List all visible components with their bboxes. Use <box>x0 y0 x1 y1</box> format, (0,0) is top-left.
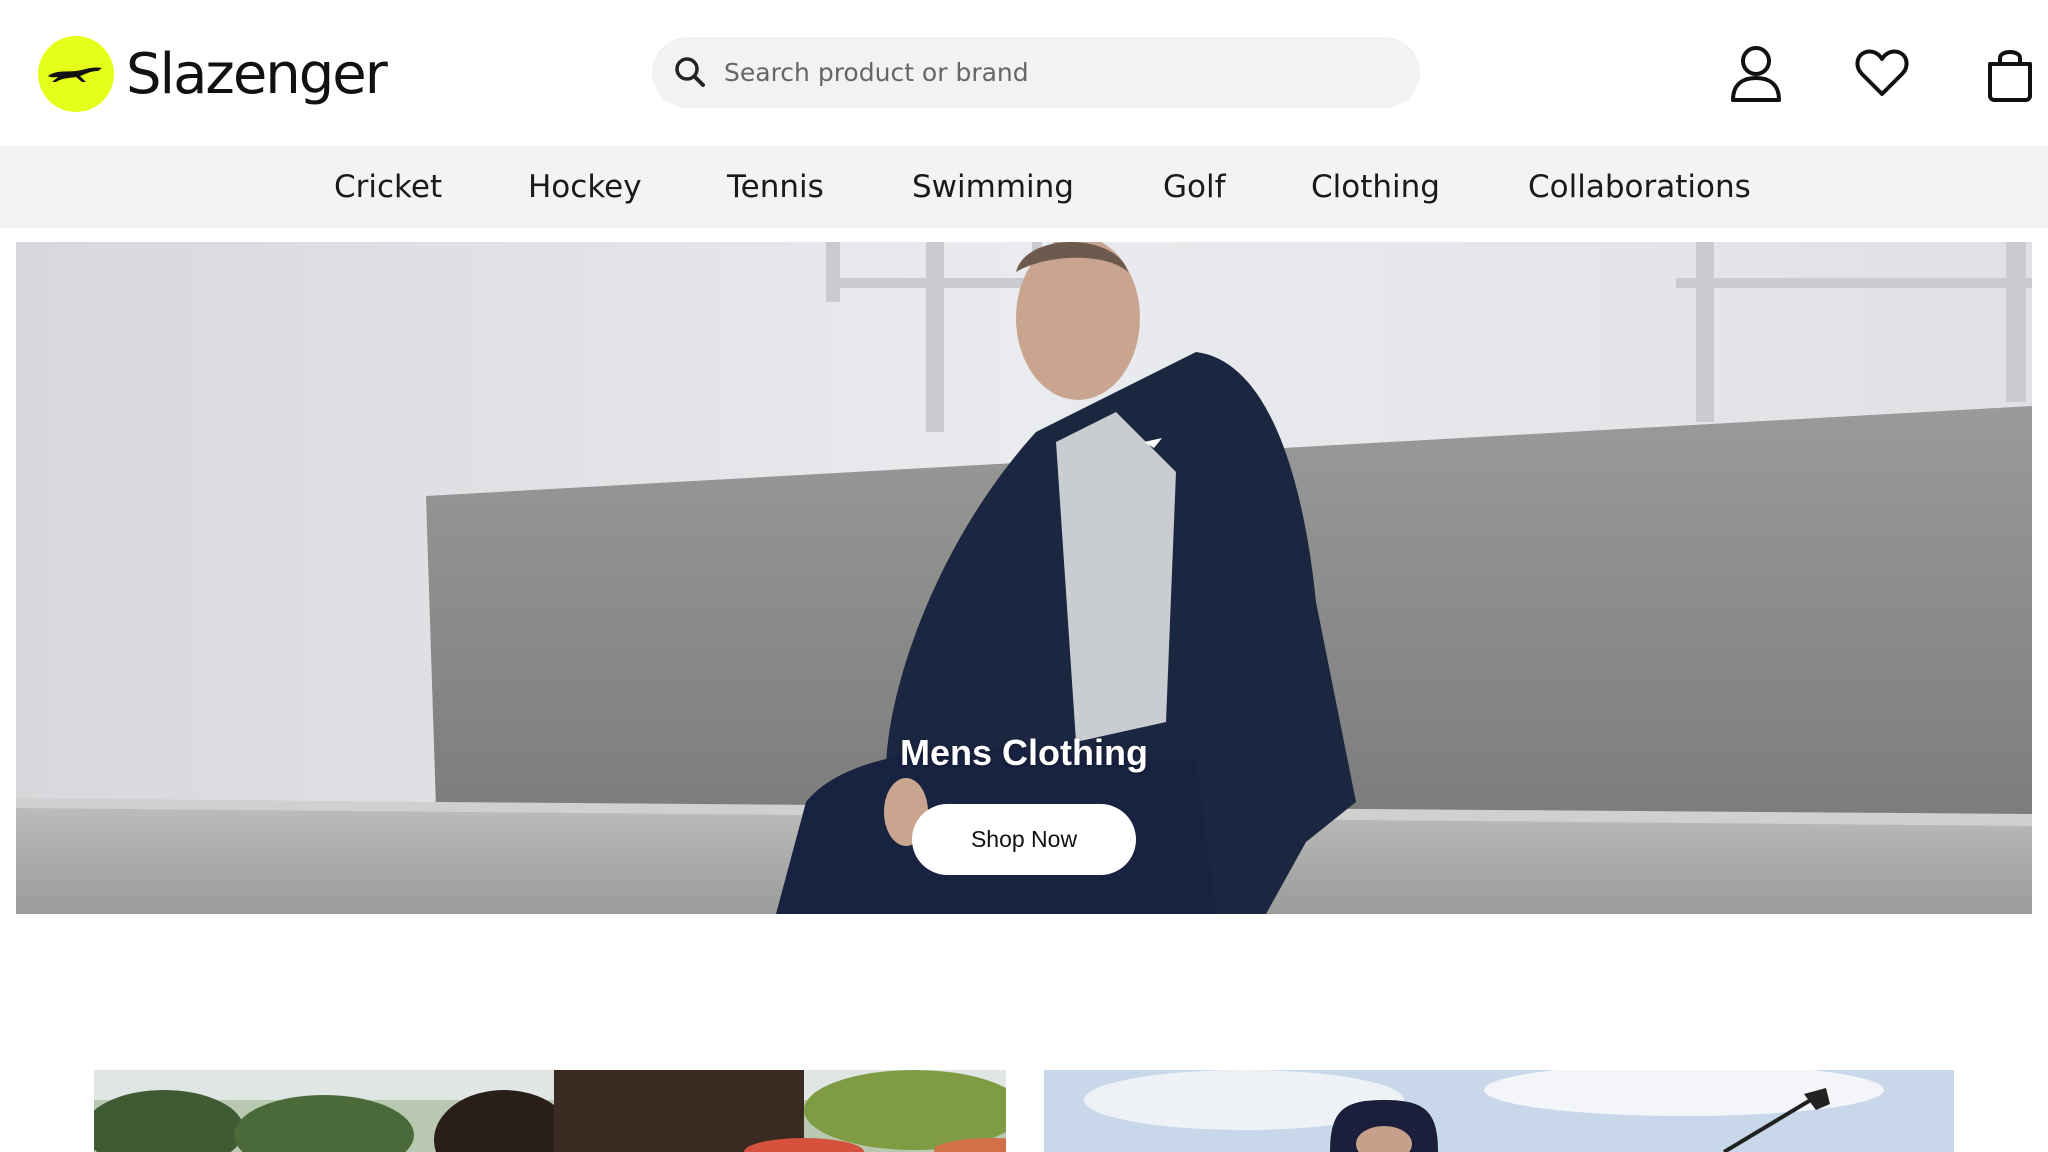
promo-image-left <box>94 1070 1006 1152</box>
promo-card-right[interactable] <box>1044 1070 1954 1152</box>
site-header: Slazenger <box>0 0 2048 146</box>
search-icon[interactable] <box>672 54 708 90</box>
nav-item-swimming[interactable]: Swimming <box>912 146 1074 228</box>
nav-item-cricket[interactable]: Cricket <box>334 146 442 228</box>
nav-item-tennis[interactable]: Tennis <box>727 146 824 228</box>
search-bar[interactable] <box>652 37 1420 108</box>
search-input[interactable] <box>724 37 1404 108</box>
shop-now-button[interactable]: Shop Now <box>912 804 1136 875</box>
shopping-bag-icon[interactable] <box>1982 44 2038 102</box>
leaping-cat-logo-icon <box>38 36 114 112</box>
nav-item-hockey[interactable]: Hockey <box>528 146 642 228</box>
promo-card-left[interactable] <box>94 1070 1006 1152</box>
nav-item-collaborations[interactable]: Collaborations <box>1528 146 1751 228</box>
nav-item-clothing[interactable]: Clothing <box>1311 146 1440 228</box>
category-nav: Cricket Hockey Tennis Swimming Golf Clot… <box>0 146 2048 228</box>
brand-name: Slazenger <box>126 41 388 107</box>
nav-item-golf[interactable]: Golf <box>1163 146 1226 228</box>
hero-banner[interactable]: Mens Clothing Shop Now <box>16 242 2032 914</box>
hero-title: Mens Clothing <box>900 732 1148 773</box>
promo-image-right <box>1044 1070 1954 1152</box>
brand-logo[interactable]: Slazenger <box>38 36 388 112</box>
heart-icon[interactable] <box>1854 44 1910 102</box>
account-icon[interactable] <box>1728 44 1784 102</box>
